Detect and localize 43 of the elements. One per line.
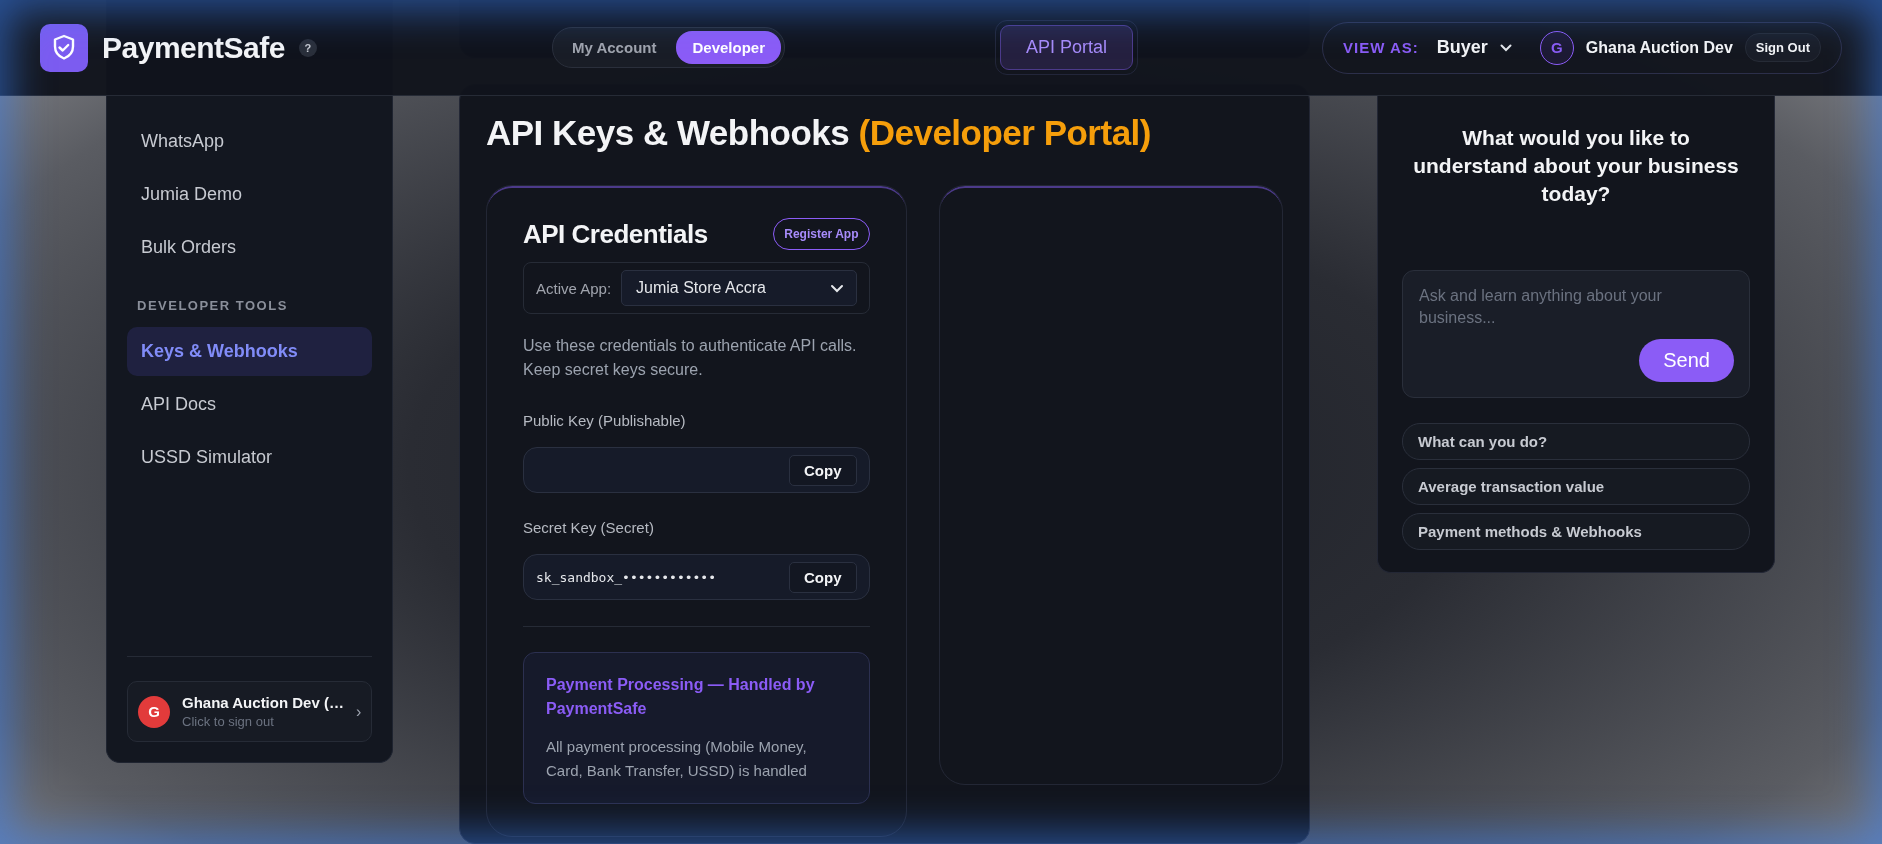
notice-title: Payment Processing — Handled by PaymentSafe xyxy=(546,675,816,719)
field-label: Secret Key (Secret) xyxy=(523,519,655,536)
mode-tab[interactable]: My Account xyxy=(556,31,673,64)
suggestion-chip[interactable]: Average transaction value xyxy=(1402,468,1750,505)
field-label: Public Key (Publishable) xyxy=(523,412,687,429)
mode-tab[interactable]: Developer xyxy=(676,31,781,64)
field-label: Active App: xyxy=(536,279,612,297)
sidebar-item[interactable]: USSD Simulator xyxy=(127,433,372,482)
copy-button[interactable]: Copy xyxy=(789,561,857,593)
assistant-question: What would you like to understand about your business today? xyxy=(1412,125,1740,207)
section-heading: DEVELOPER TOOLS xyxy=(136,297,289,315)
api-portal-button[interactable]: API Portal xyxy=(1000,25,1134,70)
brand-name: PaymentSafe xyxy=(102,30,285,65)
key-field[interactable]: Copy xyxy=(523,447,870,493)
sidebar-item[interactable]: WhatsApp xyxy=(127,117,372,166)
ask-field[interactable]: Ask and learn anything about your business... Send xyxy=(1402,270,1750,398)
sidebar-item[interactable]: Jumia Demo xyxy=(127,170,372,219)
account-subtitle: Click to sign out xyxy=(182,714,275,729)
chevron-icon: › xyxy=(355,702,362,721)
suggestion-chip[interactable]: What can you do? xyxy=(1402,423,1750,460)
suggestion-chip[interactable]: Payment methods & Webhooks xyxy=(1402,513,1750,550)
sidebar-item[interactable]: Keys & Webhooks xyxy=(127,327,372,376)
view-as-select[interactable]: Buyer xyxy=(1430,36,1518,59)
key-field[interactable]: sk_sandbox_•••••••••••• Copy xyxy=(523,554,870,600)
user-name: Ghana Auction Dev xyxy=(1585,38,1733,57)
notice-text: All payment processing (Mobile Money, Card, Bank Transfer, USSD) is handled xyxy=(546,737,808,781)
avatar: G xyxy=(138,695,170,728)
account-name: Ghana Auction Dev (… xyxy=(182,694,344,711)
help-icon[interactable]: ? xyxy=(298,38,317,57)
sign-out-button[interactable]: Sign Out xyxy=(1744,33,1821,62)
copy-button[interactable]: Copy xyxy=(789,454,857,486)
send-button[interactable]: Send xyxy=(1639,339,1734,382)
avatar: G xyxy=(1539,30,1574,65)
sidebar-item[interactable]: Bulk Orders xyxy=(127,223,372,272)
shield-logo-icon xyxy=(40,23,88,72)
caret-icon xyxy=(1499,43,1512,52)
sidebar-item[interactable]: API Docs xyxy=(127,380,372,429)
app-select[interactable]: Jumia Store Accra xyxy=(621,270,857,306)
view-as-label: VIEW AS: xyxy=(1343,39,1419,56)
description-text: Use these credentials to authenticate API calls. Keep secret keys secure. xyxy=(523,336,858,380)
page-title: API Keys & Webhooks (Developer Portal) xyxy=(486,113,1152,153)
card-title: API Credentials xyxy=(523,218,708,250)
caret-icon xyxy=(829,283,844,293)
